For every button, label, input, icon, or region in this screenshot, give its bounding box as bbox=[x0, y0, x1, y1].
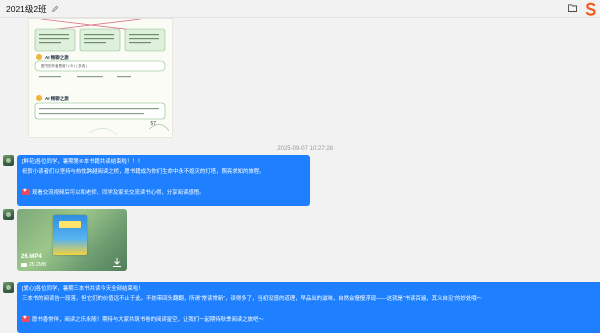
message-line bbox=[22, 177, 305, 187]
brand-logo-icon bbox=[585, 2, 596, 16]
video-size: 25.2MB bbox=[21, 262, 46, 268]
heart-icon bbox=[22, 315, 30, 323]
heart-icon bbox=[22, 188, 30, 196]
message-line: 三本书的阅读告一段落，但它们的价值远不止于此。不妨带回头翻翻，所谓“常读常新”，… bbox=[22, 296, 482, 303]
message-line: 愿书香常伴，阅读之乐永随！期待与大家共筑书卷的阅读星空，让我们一起期待秋季阅读之… bbox=[32, 316, 264, 323]
video-filename: 26.MP4 bbox=[21, 254, 42, 260]
page-number: 57 bbox=[150, 121, 156, 127]
message-timestamp: 2025-09-07 10:27:28 bbox=[277, 146, 333, 152]
title-bar: 2021级2班 bbox=[0, 0, 600, 17]
section-2-title: AI 畅聊之旅 bbox=[45, 96, 69, 101]
message-line: [鲜花]各位同学，暑期第⑥本书籍共读结束啦！！！ bbox=[22, 159, 144, 165]
message-line: 观看交流视频后可以和老师、同学及家长交流读书心得，分享阅读感悟。 bbox=[32, 189, 205, 196]
shared-image-message[interactable]: AI 畅聊之旅 图书的作者是谁? ( B ) ( 多选 ) AI 畅聊之旅 57 bbox=[28, 18, 173, 138]
message-line-with-icon: 愿书香常伴，阅读之乐永随！期待与大家共筑书卷的阅读星空，让我们一起期待秋季阅读之… bbox=[22, 315, 595, 325]
avatar[interactable] bbox=[3, 155, 14, 166]
video-message[interactable]: 26.MP4 25.2MB bbox=[17, 209, 127, 271]
section-1-question: 图书的作者是谁? ( B ) ( 多选 ) bbox=[41, 64, 88, 68]
message-bubble-2[interactable]: [爱心]各位同学，暑期三本书共读今天全部结束啦！ 三本书的阅读告一段落，但它们的… bbox=[17, 282, 600, 333]
section-1-title: AI 畅聊之旅 bbox=[45, 55, 69, 60]
video-icon bbox=[21, 263, 27, 267]
message-bubble-1[interactable]: [鲜花]各位同学，暑期第⑥本书籍共读结束啦！！！ 祝贺小读者们以坚持与热忱跨越阅… bbox=[17, 155, 310, 206]
chat-title[interactable]: 2021级2班 bbox=[6, 3, 47, 15]
message-line-with-icon: 观看交流视频后可以和老师、同学及家长交流读书心得，分享阅读感悟。 bbox=[22, 188, 305, 198]
message-line: [爱心]各位同学，暑期三本书共读今天全部结束啦！ bbox=[22, 286, 144, 292]
folder-icon[interactable] bbox=[568, 4, 577, 12]
message-line bbox=[22, 304, 595, 314]
edit-icon[interactable] bbox=[51, 5, 59, 13]
message-line: 祝贺小读者们以坚持与热忱跨越阅读之桥，愿书籍成为你们生命中永不熄灭的灯塔，照亮求… bbox=[22, 169, 265, 176]
avatar[interactable] bbox=[3, 209, 14, 220]
video-thumbnail bbox=[53, 215, 87, 255]
download-icon[interactable] bbox=[112, 257, 122, 268]
video-size-text: 25.2MB bbox=[29, 262, 47, 268]
avatar[interactable] bbox=[3, 282, 14, 293]
